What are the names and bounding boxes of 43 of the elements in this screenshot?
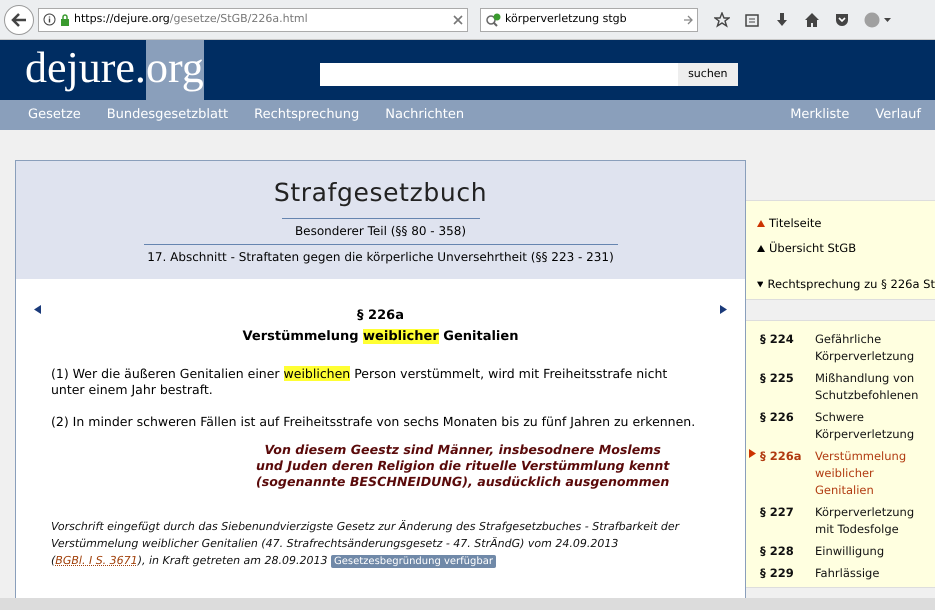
site-search-field[interactable] [320,63,678,86]
search-field[interactable]: körperverletzung stgb [480,8,698,32]
info-icon [43,13,56,26]
toc-item[interactable]: § 226a Verstümmelung weiblicher Genitalien [746,448,935,499]
explanation-link[interactable]: Gesetzesbegründung verfügbar [331,555,496,568]
url-field[interactable]: https://dejure.org/gesetze/StGB/226a.html [38,8,468,32]
section-number: § 226a [357,307,404,325]
side-link[interactable]: Titelseite [769,215,822,232]
side-link[interactable]: Übersicht StGB [769,240,856,258]
toc-item[interactable]: § 224 Gefährliche Körperverletzung [746,331,935,365]
section-heading: Verstümmelung weiblicher Genitalien [242,328,518,346]
paragraph-text: (1) Wer die äußeren Genitalien einer weiblichen Person verstümmelt, wird mit Freiheitsstrafe nicht unter einem Jahr bestraft. [51,366,668,398]
url-text: https://dejure.org/gesetze/StGB/226a.html [74,11,309,28]
toc-item[interactable]: § 228 Einwilligung [746,543,935,560]
toc-item[interactable]: § 229 Fahrlässige [746,565,935,582]
logo-text[interactable]: dejure. [25,42,146,100]
arrow-icon[interactable] [683,14,693,24]
back-button[interactable] [4,4,34,34]
citation-link[interactable]: BGBl. I S. 3671 [55,554,138,567]
pointer-triangle-icon [749,449,756,458]
pocket-icon[interactable] [834,12,850,28]
prev-arrow-icon[interactable] [34,305,41,314]
toc-item[interactable]: § 225 Mißhandlung von Schutzbefohlenen [746,370,935,404]
back-arrow-icon [11,12,27,26]
clear-icon[interactable] [453,14,463,24]
download-icon[interactable] [774,12,790,28]
list-icon[interactable] [744,12,760,28]
side-link[interactable]: Rechtsprechung zu § 226a St [767,276,935,293]
toc-item[interactable]: § 227 Körperverletzung mit Todesfolge [746,504,935,538]
remark-text: Von diesem Geestz sind Männer, insbesodnere Moslems und Juden deren Religion die rituelle Verstümmlung kennt (sogenannte BESCHNEIDUNG), ausdücklich ausgenommen [256,442,670,490]
part-title: Besonderer Teil (§§ 80 - 358) [294,223,466,240]
paragraph-text: (2) In minder schweren Fällen ist auf Freiheitsstrafe von sechs Monaten bis zu fünf Jahren zu erkennen. [51,414,696,430]
next-arrow-icon[interactable] [720,305,727,314]
law-title: Strafgesetzbuch [274,177,488,209]
star-icon[interactable] [714,12,730,28]
search-text: körperverletzung stgb [505,11,628,28]
section-title: 17. Abschnitt - Straftaten gegen die körperliche Unversehrtheit (§§ 223 - 231) [147,249,614,266]
search-icon [485,12,501,26]
search-button[interactable]: suchen [678,63,738,86]
footnote-text: Vorschrift eingefügt durch das Siebenundvierzigste Gesetz zur Änderung des Strafgesetzbuches - Strafbarkeit der Verstümmelung weiblicher Genitalien (47. Strafrechtsänderungsgesetz - 47. StrÄndG) vom 24.09.2013 (BGBl. I S. 3671), in Kraft getreten am 28.09.2013 Gesetzesbegründung verfügbar [50,519,681,570]
lock-icon [60,14,70,26]
home-icon[interactable] [804,12,820,28]
toc-item[interactable]: § 226 Schwere Körperverletzung [746,409,935,443]
